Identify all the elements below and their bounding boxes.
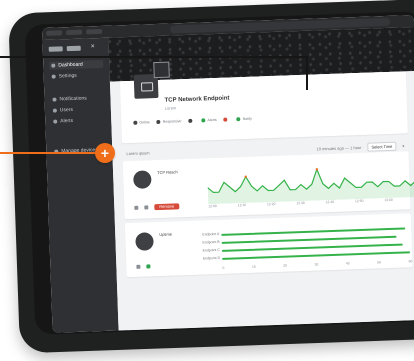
expand-icon[interactable] <box>136 264 141 269</box>
add-button[interactable]: + <box>95 143 115 163</box>
action-notify[interactable]: Notify <box>236 117 252 122</box>
uptime-bar-label: Endpoint C <box>202 247 220 253</box>
time-range: 10 minutes ago — 1 hour <box>316 144 362 152</box>
sidebar-item-label: Settings <box>58 72 77 80</box>
browser-tab[interactable] <box>86 28 103 35</box>
x-tick-label: 12:10 <box>237 202 247 208</box>
page-title: TCP Network Endpoint <box>164 95 230 104</box>
browser-tab[interactable] <box>46 30 63 36</box>
browser-tabs <box>46 28 103 36</box>
callout-accent-line <box>0 152 104 154</box>
info-icon <box>188 118 193 123</box>
callout-line <box>0 56 109 58</box>
dashboard-icon <box>51 63 56 68</box>
action-bar: Online Responsive Alerts Notify <box>133 117 252 125</box>
logo-mark <box>48 46 63 52</box>
expand-icon[interactable] <box>134 205 139 210</box>
sidebar-item-notifications[interactable]: Notifications <box>50 94 104 104</box>
uptime-bar-label: Endpoint B <box>202 239 220 245</box>
settings-icon <box>51 74 56 79</box>
logo-mark <box>66 45 81 52</box>
x-tick-label: 12:30 <box>296 200 305 206</box>
sidebar-item-label: Dashboard <box>58 61 83 69</box>
uptime-bar-label: Endpoint D <box>202 255 221 261</box>
sidebar-item-label: Manage devices <box>61 147 98 155</box>
alert-icon <box>53 119 58 124</box>
sidebar-item-alerts[interactable]: Alerts <box>51 116 105 126</box>
x-tick-label: 12:40 <box>325 199 335 205</box>
sidebar-item-users[interactable]: Users <box>51 105 105 115</box>
action-info[interactable] <box>188 118 194 123</box>
action-responsive[interactable]: Responsive <box>156 119 182 125</box>
metric-card-uptime: Uptime Endpoint A Endpoint B Endpoint C End… <box>124 213 413 278</box>
status-icon <box>146 264 151 269</box>
x-tick-label: 30 <box>314 262 319 267</box>
close-icon[interactable]: × <box>91 43 95 50</box>
metric-icon <box>133 170 152 189</box>
sidebar: × Dashboard Settings Notifications Users <box>42 37 119 333</box>
callout-highlight <box>109 56 308 90</box>
x-tick-label: 13:00 <box>384 197 393 203</box>
uptime-bar-label: Endpoint A <box>202 231 220 237</box>
x-tick-label: 12:20 <box>266 201 276 207</box>
sidebar-logo: × <box>48 43 95 52</box>
x-tick-label: 40 <box>345 261 350 266</box>
x-tick-label: 20 <box>283 263 288 268</box>
sidebar-item-label: Notifications <box>59 95 87 103</box>
sidebar-item-label: Alerts <box>60 117 74 125</box>
user-icon <box>52 108 57 113</box>
error-dot-icon <box>223 117 228 122</box>
action-online[interactable]: Online <box>133 120 150 125</box>
metric-controls <box>136 264 151 269</box>
main-content: TCP Network Endpoint Lorem Online Respon… <box>109 61 414 331</box>
remove-button[interactable]: Remove <box>154 203 180 211</box>
filter-label: Lorem ipsum <box>126 150 150 157</box>
alert-dot-icon <box>201 118 206 123</box>
browser-tab[interactable] <box>66 29 83 36</box>
sidebar-section: Dashboard Settings <box>43 59 109 79</box>
time-select[interactable]: Select Time <box>367 141 397 152</box>
x-tick-label: 10 <box>251 264 256 269</box>
x-tick-label: 50 <box>377 260 382 265</box>
sidebar-section: Notifications Users Alerts <box>44 94 110 124</box>
sidebar-item-label: Users <box>59 106 74 114</box>
x-tick-label: 12:00 <box>208 204 217 209</box>
status-dot-icon <box>156 119 161 125</box>
action-error[interactable] <box>223 117 230 122</box>
sidebar-item-settings[interactable]: Settings <box>50 71 104 81</box>
metric-title: Uptime <box>159 231 173 238</box>
status-dot-icon <box>133 120 138 125</box>
metric-controls: Remove <box>134 203 180 211</box>
metric-title: TCP Reach <box>157 169 178 176</box>
sidebar-item-dashboard[interactable]: Dashboard <box>49 59 104 70</box>
x-tick-label: 12:50 <box>354 198 364 204</box>
x-tick-label: 60 <box>408 259 413 264</box>
x-tick-label: 0 <box>222 265 225 270</box>
page-subtitle: Lorem <box>164 105 177 111</box>
bell-icon <box>52 97 57 102</box>
chevron-down-icon[interactable]: ▾ <box>402 143 404 148</box>
settings-icon[interactable] <box>144 205 149 210</box>
action-alerts[interactable]: Alerts <box>201 118 217 123</box>
notify-dot-icon <box>236 117 241 122</box>
metric-icon <box>135 232 154 251</box>
metric-card-tcp: TCP Reach 12:00 12:10 12:20 12:30 12:40 12:50… <box>122 151 414 220</box>
